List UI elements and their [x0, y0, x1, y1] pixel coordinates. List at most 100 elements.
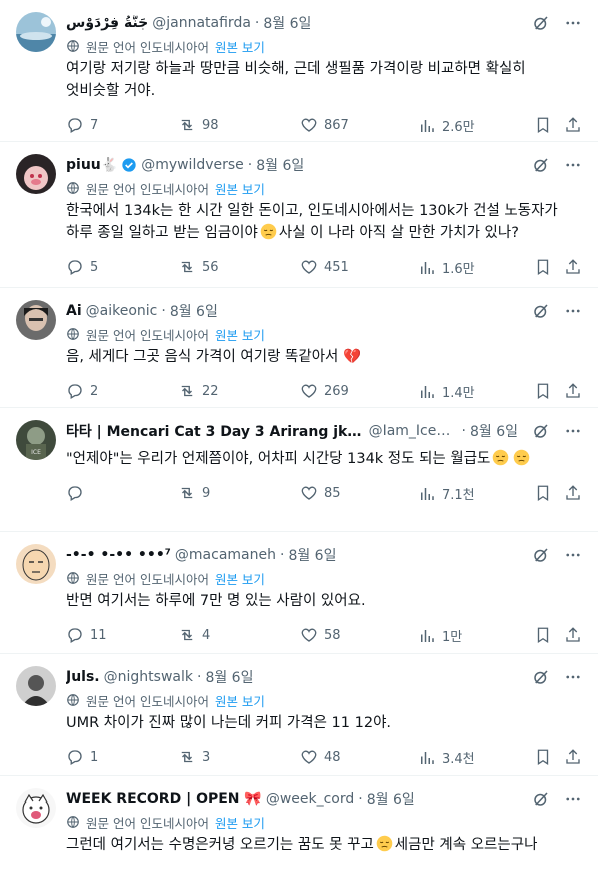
- tweet-text-part: "언제야"는 우리가 언제쯤이야, 어차피 시간당 134k 정도 되는 월급도: [66, 451, 491, 467]
- avatar[interactable]: [16, 544, 56, 584]
- tweet-date[interactable]: 8월 6일: [288, 545, 336, 565]
- more-icon[interactable]: [564, 790, 582, 808]
- bookmark-button[interactable]: [534, 748, 552, 766]
- show-original-link[interactable]: 원본 보기: [215, 325, 265, 344]
- retweet-button[interactable]: 3: [178, 748, 210, 766]
- reply-button[interactable]: [66, 484, 90, 502]
- tweet[interactable]: WEEK RECORD | OPEN 🎀 @week_cord · 8월 6일 …: [0, 776, 598, 870]
- retweet-button[interactable]: 98: [178, 116, 219, 134]
- more-icon[interactable]: [564, 156, 582, 174]
- author-name[interactable]: جَنَّةُ فِرْدَوْسِ: [66, 15, 148, 31]
- retweet-button[interactable]: 56: [178, 258, 219, 276]
- reply-button[interactable]: 11: [66, 626, 107, 644]
- more-icon[interactable]: [564, 546, 582, 564]
- more-icon[interactable]: [564, 302, 582, 320]
- tweet-date[interactable]: 8월 6일: [205, 667, 253, 687]
- grok-icon[interactable]: [532, 668, 550, 686]
- tweet[interactable]: piuu🐇 @mywildverse · 8월 6일 원문 언어 인도네시아어 …: [0, 142, 598, 288]
- share-button[interactable]: [564, 748, 582, 766]
- tweet-date[interactable]: 8월 6일: [470, 421, 518, 441]
- author-name[interactable]: Ai: [66, 303, 82, 319]
- like-button[interactable]: 451: [300, 258, 349, 276]
- author-handle[interactable]: @jannatafirda: [152, 15, 251, 31]
- views-button[interactable]: 1.4만: [418, 382, 475, 401]
- bookmark-button[interactable]: [534, 382, 552, 400]
- share-button[interactable]: [564, 626, 582, 644]
- avatar[interactable]: [16, 154, 56, 194]
- avatar[interactable]: ICE: [16, 420, 56, 460]
- reply-button[interactable]: 5: [66, 258, 98, 276]
- share-button[interactable]: [564, 116, 582, 134]
- author-name[interactable]: -•-• •-•• •••⁷: [66, 547, 171, 563]
- tweet[interactable]: جَنَّةُ فِرْدَوْسِ @jannatafirda · 8월 6일…: [0, 0, 598, 142]
- bookmark-icon: [537, 117, 549, 134]
- bookmark-icon: [537, 627, 549, 644]
- show-original-link[interactable]: 원본 보기: [215, 691, 265, 710]
- tweet-date[interactable]: 8월 6일: [263, 13, 311, 33]
- views-button[interactable]: 7.1천: [418, 484, 475, 503]
- share-button[interactable]: [564, 484, 582, 502]
- author-handle[interactable]: @nightswalk: [104, 669, 193, 685]
- author-handle[interactable]: @macamaneh: [175, 547, 276, 563]
- show-original-link[interactable]: 원본 보기: [215, 569, 265, 588]
- like-button[interactable]: 867: [300, 116, 349, 134]
- share-button[interactable]: [564, 382, 582, 400]
- retweet-button[interactable]: 4: [178, 626, 210, 644]
- more-icon[interactable]: [564, 422, 582, 440]
- bookmark-button[interactable]: [534, 116, 552, 134]
- reply-icon: [68, 628, 82, 643]
- more-icon[interactable]: [564, 668, 582, 686]
- author-name[interactable]: piuu🐇: [66, 157, 118, 173]
- retweet-icon: [181, 487, 193, 499]
- author-handle[interactable]: @mywildverse: [141, 157, 244, 173]
- like-count: 451: [324, 259, 349, 275]
- avatar[interactable]: [16, 300, 56, 340]
- views-button[interactable]: 1만: [418, 626, 462, 645]
- author-handle[interactable]: @aikeonic: [86, 303, 158, 319]
- views-button[interactable]: 1.6만: [418, 258, 475, 277]
- author-handle[interactable]: @Iam_Icebe...: [369, 423, 458, 439]
- more-icon[interactable]: [564, 14, 582, 32]
- share-button[interactable]: [564, 258, 582, 276]
- views-button[interactable]: 3.4천: [418, 748, 475, 767]
- bookmark-button[interactable]: [534, 626, 552, 644]
- tweet-date[interactable]: 8월 6일: [170, 301, 218, 321]
- retweet-button[interactable]: 22: [178, 382, 219, 400]
- views-button[interactable]: 2.6만: [418, 116, 475, 135]
- grok-icon[interactable]: [532, 790, 550, 808]
- grok-icon[interactable]: [532, 546, 550, 564]
- show-original-link[interactable]: 원본 보기: [215, 37, 265, 56]
- tweet-date[interactable]: 8월 6일: [367, 789, 415, 809]
- avatar[interactable]: [16, 12, 56, 52]
- like-button[interactable]: 58: [300, 626, 341, 644]
- author-name[interactable]: Juls.: [66, 669, 100, 685]
- avatar[interactable]: [16, 666, 56, 706]
- show-original-link[interactable]: 원본 보기: [215, 813, 265, 832]
- like-icon: [301, 628, 317, 642]
- tweet[interactable]: ICE 타타 | Mencari Cat 3 Day 3 Arirang jkt…: [0, 408, 598, 532]
- like-count: 48: [324, 749, 341, 765]
- tweet-date[interactable]: 8월 6일: [256, 155, 304, 175]
- retweet-button[interactable]: 9: [178, 484, 210, 502]
- bookmark-button[interactable]: [534, 484, 552, 502]
- bookmark-button[interactable]: [534, 258, 552, 276]
- tweet[interactable]: Ai @aikeonic · 8월 6일 원문 언어 인도네시아어 원본 보기 …: [0, 288, 598, 408]
- tweet[interactable]: Juls. @nightswalk · 8월 6일 원문 언어 인도네시아어 원…: [0, 654, 598, 776]
- grok-icon[interactable]: [532, 422, 550, 440]
- tweet[interactable]: -•-• •-•• •••⁷ @macamaneh · 8월 6일 원문 언어 …: [0, 532, 598, 654]
- retweet-count: 56: [202, 259, 219, 275]
- reply-button[interactable]: 1: [66, 748, 98, 766]
- like-button[interactable]: 85: [300, 484, 341, 502]
- show-original-link[interactable]: 원본 보기: [215, 179, 265, 198]
- like-button[interactable]: 48: [300, 748, 341, 766]
- avatar[interactable]: [16, 788, 56, 828]
- grok-icon[interactable]: [532, 156, 550, 174]
- author-name[interactable]: WEEK RECORD | OPEN 🎀: [66, 791, 262, 807]
- like-button[interactable]: 269: [300, 382, 349, 400]
- author-handle[interactable]: @week_cord: [266, 791, 354, 807]
- grok-icon[interactable]: [532, 14, 550, 32]
- author-name[interactable]: 타타 | Mencari Cat 3 Day 3 Arirang jkt 🔍 .…: [66, 421, 365, 441]
- reply-button[interactable]: 7: [66, 116, 98, 134]
- grok-icon[interactable]: [532, 302, 550, 320]
- reply-button[interactable]: 2: [66, 382, 98, 400]
